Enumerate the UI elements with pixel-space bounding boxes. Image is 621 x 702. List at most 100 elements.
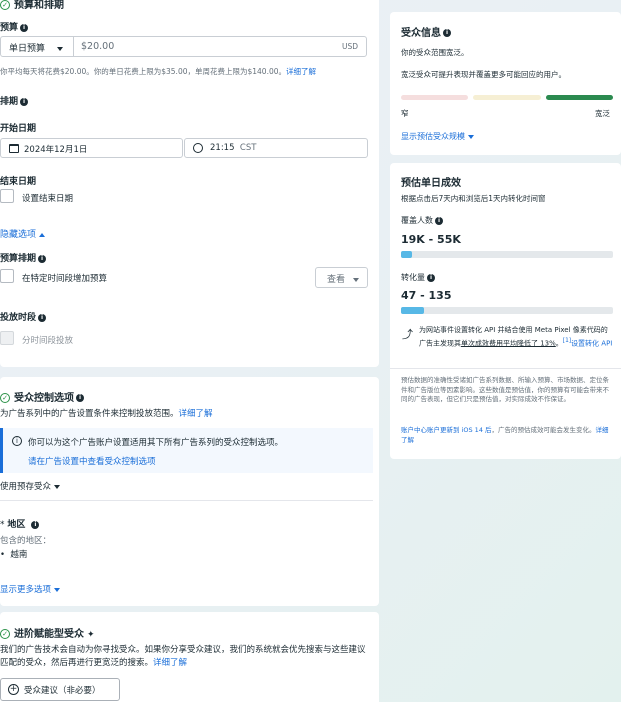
start-time-text: 21:15 <box>210 143 235 153</box>
sparkle-icon: ✦ <box>87 630 95 640</box>
budget-type-select[interactable]: 单日预算 <box>9 41 64 54</box>
location-item: • 越南 <box>0 550 28 560</box>
start-date-label: 开始日期 <box>0 124 37 134</box>
info-icon[interactable]: i <box>31 520 40 529</box>
saved-audience-dropdown[interactable]: 使用预存受众 <box>0 480 61 492</box>
audience-meter <box>401 95 613 100</box>
calendar-icon <box>9 144 19 153</box>
budget-note-text: 你平均每天将花费$20.00。你的单日花费上限为$35.00，单周花费上限为$1… <box>0 67 286 76</box>
include-label: 包含的地区： <box>0 536 52 546</box>
show-more-options-link[interactable]: 显示更多选项 <box>0 583 61 595</box>
audience-controls-header: ✓ 受众控制选项 i <box>0 389 84 404</box>
budget-learn-more-link[interactable]: 详细了解 <box>286 67 316 76</box>
pixel-note: 为网站事件设置转化 API 并结合使用 Meta Pixel 像素代码的广告主发… <box>419 325 613 348</box>
section-divider <box>0 500 373 501</box>
setup-conversion-api-link[interactable]: 设置转化 API <box>571 339 612 347</box>
info-icon[interactable]: i <box>435 216 443 225</box>
budget-section-header: ✓ 预算和排期 <box>0 0 64 11</box>
check-circle-icon: ✓ <box>0 393 10 403</box>
view-button-label: 查看 <box>327 272 360 285</box>
audience-suggestion-button[interactable]: + 受众建议（非必要） <box>0 678 120 701</box>
reach-bar-fill <box>401 251 412 258</box>
info-icon[interactable]: i <box>427 273 435 282</box>
notice-text: 你可以为这个广告账户设置适用其下所有广告系列的受众控制选项。 <box>28 438 284 448</box>
audience-tip: 宽泛受众可提升表现并覆盖更多可能回应的用户。 <box>401 70 566 79</box>
audience-controls-card: ✓ 受众控制选项 i 为广告系列中的广告设置条件来控制投放范围。详细了解 i 你可以… <box>0 377 379 606</box>
plus-circle-icon: + <box>8 684 19 695</box>
audience-controls-desc: 为广告系列中的广告设置条件来控制投放范围。详细了解 <box>0 407 213 419</box>
budget-schedule-card: ✓ 预算和排期 预算 i 单日预算 $20.00 USD 你平均每天将花费$20.0… <box>0 0 379 367</box>
location-item-text: 越南 <box>10 550 28 560</box>
estimates-divider <box>390 368 621 369</box>
check-circle-icon: ✓ <box>0 0 10 10</box>
ios-note-text: ，广告的预估成效可能会发生变化。 <box>491 426 596 434</box>
info-icon[interactable]: i <box>38 313 47 322</box>
show-more-text: 显示更多选项 <box>0 585 52 595</box>
view-button-text: 查看 <box>327 275 346 285</box>
location-label-text: 地区 <box>7 520 26 530</box>
hide-options-link[interactable]: 隐藏选项 <box>0 227 46 240</box>
pixel-note-link[interactable]: 单次成效费用平均降低了 13% <box>461 339 556 347</box>
audience-controls-desc-text: 为广告系列中的广告设置条件来控制投放范围。 <box>0 409 179 419</box>
audience-controls-learn-more[interactable]: 详细了解 <box>179 409 213 419</box>
accuracy-note: 预估数据的准确性受诸如广告系列数据、所输入预算、市场数据、定位条件和广告版位等因… <box>401 376 609 403</box>
end-date-checkbox[interactable] <box>0 189 14 203</box>
footnote-ref[interactable]: [1] <box>563 338 571 344</box>
budget-schedule-label: 预算排期 i <box>0 251 47 264</box>
advantage-title: 进阶赋能型受众 <box>14 629 84 640</box>
audience-info-header: 受众信息 i <box>401 24 451 39</box>
info-icon[interactable]: i <box>20 97 29 106</box>
info-icon[interactable]: i <box>443 29 451 37</box>
conversion-bar <box>401 307 613 314</box>
meter-segment-mid <box>473 95 541 100</box>
check-circle-icon: ✓ <box>0 629 10 639</box>
end-date-checkbox-label: 设置结束日期 <box>22 194 74 204</box>
end-date-label: 结束日期 <box>0 177 37 187</box>
estimated-results-card: 预估单日成效 根据点击后7天内和浏览后1天内转化时间窗 覆盖人数 i 19K - … <box>390 163 621 459</box>
budget-label-text: 预算 <box>0 23 19 33</box>
ios-update-link[interactable]: 账户中心账户更新到 iOS 14 后 <box>401 426 492 434</box>
reach-label-text: 覆盖人数 <box>401 216 433 225</box>
start-date-input[interactable]: 2024年12月1日 <box>0 138 183 158</box>
budget-schedule-checkbox[interactable] <box>0 269 14 283</box>
view-button[interactable]: 查看 <box>315 267 368 288</box>
start-time-input[interactable]: 21:15 CST <box>184 138 368 158</box>
chevron-down-icon <box>54 587 61 592</box>
location-label: * 地区 i <box>0 517 40 530</box>
suggestion-button-label: 受众建议（非必要） <box>24 686 101 696</box>
info-icon[interactable]: i <box>38 254 47 263</box>
clock-icon <box>193 143 203 153</box>
timezone-text: CST <box>239 143 257 153</box>
audience-notice: i 你可以为这个广告账户设置适用其下所有广告系列的受众控制选项。 请在广告设置中… <box>0 428 373 473</box>
conversion-label-text: 转化量 <box>401 273 425 282</box>
meter-segment-narrow <box>401 95 468 100</box>
advantage-header: ✓ 进阶赋能型受众 ✦ <box>0 625 95 640</box>
conversion-value: 47 - 135 <box>401 289 452 302</box>
chevron-down-icon <box>468 134 474 139</box>
info-icon[interactable]: i <box>20 23 29 32</box>
chevron-down-icon <box>54 484 61 489</box>
chevron-down-icon <box>353 277 360 282</box>
info-icon[interactable]: i <box>76 394 84 402</box>
audience-info-card: 受众信息 i 你的受众范围宽泛。 宽泛受众可提升表现并覆盖更多可能回应的用户。 窄… <box>390 12 621 155</box>
reach-label: 覆盖人数 i <box>401 215 443 226</box>
currency-label: USD <box>341 42 358 51</box>
budget-label: 预算 i <box>0 20 29 33</box>
notice-link[interactable]: 请在广告设置中查看受众控制选项 <box>28 455 156 467</box>
schedule-label-text: 排期 <box>0 97 19 107</box>
budget-input-group: 单日预算 $20.00 USD <box>0 36 367 57</box>
schedule-label: 排期 i <box>0 94 29 107</box>
trend-icon: ⤴ <box>402 328 413 341</box>
conversion-bar-fill <box>401 307 425 314</box>
estimates-subtitle: 根据点击后7天内和浏览后1天内转化时间窗 <box>401 194 546 203</box>
delivery-checkbox[interactable] <box>0 331 14 345</box>
start-date-value: 2024年12月1日 <box>24 145 88 155</box>
advantage-learn-more[interactable]: 详细了解 <box>153 658 187 668</box>
chevron-up-icon <box>39 232 46 237</box>
budget-amount-input[interactable]: $20.00 <box>81 41 114 52</box>
ios-note: 账户中心账户更新到 iOS 14 后，广告的预估成效可能会发生变化。详细了解 <box>401 426 614 445</box>
show-estimate-text: 显示预估受众规模 <box>401 132 465 141</box>
show-estimate-link[interactable]: 显示预估受众规模 <box>401 131 474 142</box>
conversion-label: 转化量 i <box>401 272 435 283</box>
delivery-label: 投放时段 i <box>0 310 47 323</box>
